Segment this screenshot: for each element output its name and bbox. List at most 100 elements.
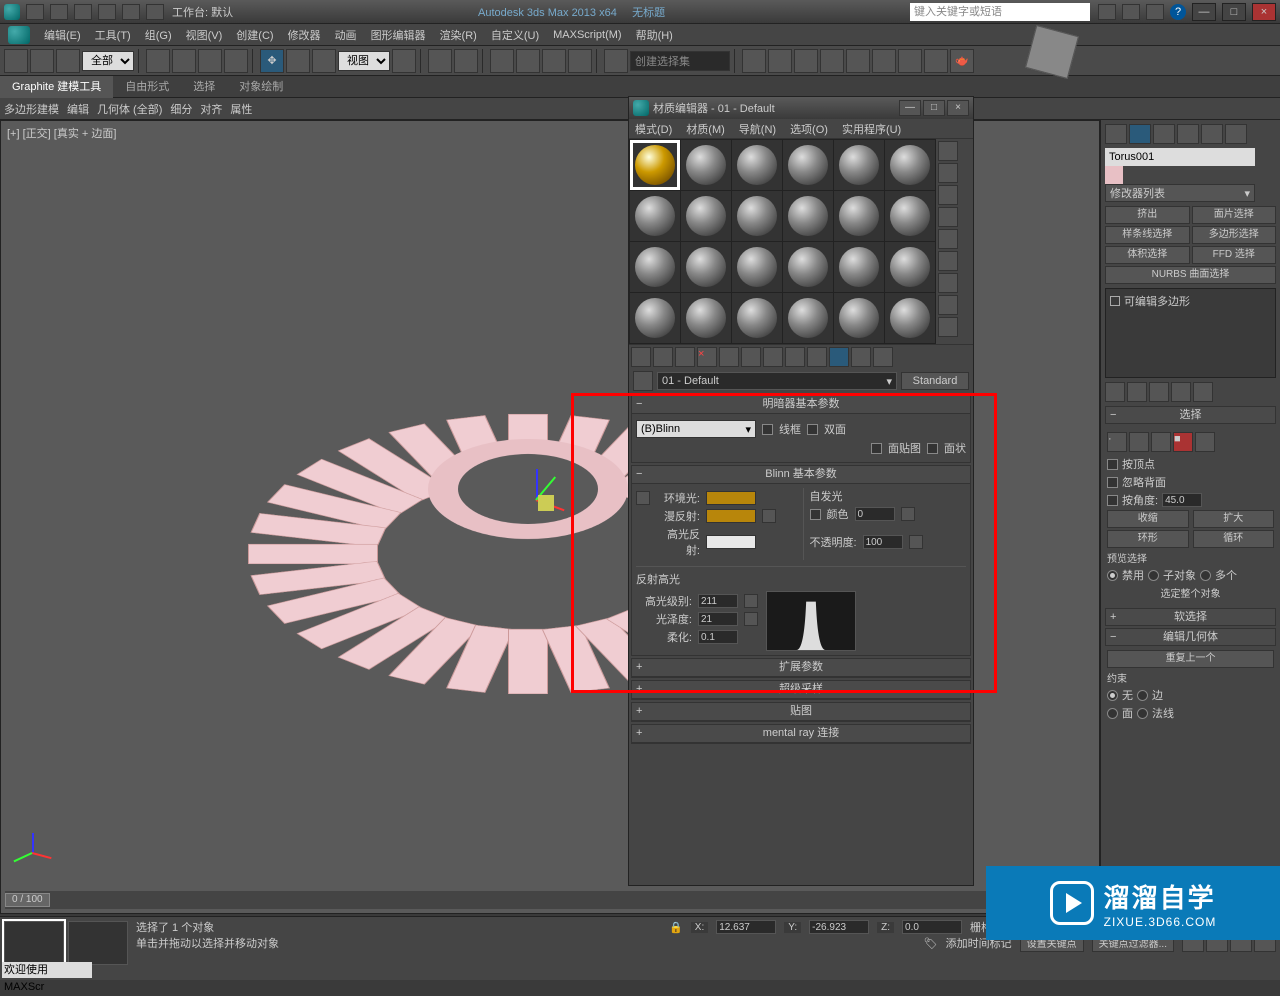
- me-close[interactable]: ×: [947, 100, 969, 116]
- mat-map-nav-icon[interactable]: [938, 317, 958, 337]
- me-slot[interactable]: [732, 242, 782, 292]
- glossiness-map[interactable]: [744, 612, 758, 626]
- ribbon-sub-3[interactable]: 细分: [170, 101, 192, 117]
- maxscript-listener[interactable]: 欢迎使用 MAXScr: [2, 962, 92, 978]
- infocenter-icon[interactable]: [1098, 4, 1116, 20]
- show-map-icon[interactable]: [807, 347, 827, 367]
- refcoord-dropdown[interactable]: 视图: [338, 51, 390, 71]
- me-slot[interactable]: [681, 191, 731, 241]
- element-icon[interactable]: [1195, 432, 1215, 452]
- put-to-scene-icon[interactable]: [653, 347, 673, 367]
- viewport-thumb-0[interactable]: [4, 921, 64, 965]
- btn-vol-sel[interactable]: 体积选择: [1105, 246, 1190, 264]
- qat-undo-icon[interactable]: [98, 4, 116, 20]
- border-icon[interactable]: [1151, 432, 1171, 452]
- ribbon-tab-freeform[interactable]: 自由形式: [113, 76, 181, 98]
- me-slot[interactable]: [885, 242, 935, 292]
- cb-two-sided[interactable]: [807, 424, 818, 435]
- pin-stack-icon[interactable]: [1105, 382, 1125, 402]
- star-icon[interactable]: [1122, 4, 1140, 20]
- me-slot[interactable]: [732, 191, 782, 241]
- ribbon-tab-paint[interactable]: 对象绘制: [227, 76, 295, 98]
- menu-maxscript[interactable]: MAXScript(M): [553, 29, 621, 41]
- rad-subobj[interactable]: [1148, 570, 1159, 581]
- rad-disable[interactable]: [1107, 570, 1118, 581]
- selection-filter[interactable]: 全部: [82, 51, 134, 71]
- self-illum-map[interactable]: [901, 507, 915, 521]
- remove-mod-icon[interactable]: [1171, 382, 1191, 402]
- material-type-button[interactable]: Standard: [901, 372, 969, 390]
- select-name-icon[interactable]: [172, 49, 196, 73]
- qat-open-icon[interactable]: [50, 4, 68, 20]
- cb-faceted[interactable]: [927, 443, 938, 454]
- coord-z[interactable]: [902, 920, 962, 934]
- spec-level-map[interactable]: [744, 594, 758, 608]
- btn-repeat-last[interactable]: 重复上一个: [1107, 650, 1274, 668]
- mat-id-icon[interactable]: [785, 347, 805, 367]
- me-slot[interactable]: [783, 140, 833, 190]
- menu-modifiers[interactable]: 修改器: [288, 27, 321, 43]
- diffuse-map-button[interactable]: [762, 509, 776, 523]
- object-color-swatch[interactable]: [1105, 166, 1123, 184]
- rollout-selection[interactable]: −选择: [1105, 406, 1276, 424]
- stack-item-epoly[interactable]: 可编辑多边形: [1108, 291, 1273, 311]
- rad-multi[interactable]: [1200, 570, 1211, 581]
- me-menu-material[interactable]: 材质(M): [686, 121, 725, 137]
- me-slot[interactable]: [834, 191, 884, 241]
- reset-map-icon[interactable]: ×: [697, 347, 717, 367]
- me-slot[interactable]: [681, 242, 731, 292]
- me-slot[interactable]: [885, 293, 935, 343]
- polygon-icon[interactable]: ■: [1173, 432, 1193, 452]
- cb-self-illum-color[interactable]: [810, 509, 821, 520]
- me-minimize[interactable]: —: [899, 100, 921, 116]
- pivot-icon[interactable]: [392, 49, 416, 73]
- help-icon[interactable]: ?: [1170, 4, 1186, 20]
- me-slot[interactable]: [630, 242, 680, 292]
- material-ed-icon[interactable]: [872, 49, 896, 73]
- go-forward-icon[interactable]: [873, 347, 893, 367]
- glossiness-input[interactable]: [698, 612, 738, 626]
- cb-by-vertex[interactable]: [1107, 459, 1118, 470]
- named-sel-input[interactable]: [630, 51, 730, 71]
- self-illum-input[interactable]: [855, 507, 895, 521]
- me-slot[interactable]: [783, 242, 833, 292]
- ribbon-sub-2[interactable]: 几何体 (全部): [97, 101, 162, 117]
- me-slot[interactable]: [834, 140, 884, 190]
- render-setup-icon[interactable]: [898, 49, 922, 73]
- viewport-label[interactable]: [+] [正交] [真实 + 边面]: [7, 125, 116, 141]
- make-copy-icon[interactable]: [719, 347, 739, 367]
- me-slot[interactable]: [732, 293, 782, 343]
- menu-render[interactable]: 渲染(R): [440, 27, 477, 43]
- me-slot-0[interactable]: [630, 140, 680, 190]
- workspace-label[interactable]: 工作台: 默认: [172, 4, 233, 20]
- me-slot[interactable]: [783, 293, 833, 343]
- assign-to-sel-icon[interactable]: [675, 347, 695, 367]
- show-end-icon[interactable]: [1127, 382, 1147, 402]
- tab-display-icon[interactable]: [1201, 124, 1223, 144]
- spec-level-input[interactable]: [698, 594, 738, 608]
- select-rect-icon[interactable]: [198, 49, 222, 73]
- angle-snap-icon[interactable]: [516, 49, 540, 73]
- me-slot[interactable]: [681, 293, 731, 343]
- edge-icon[interactable]: [1129, 432, 1149, 452]
- maximize-button[interactable]: □: [1222, 3, 1246, 21]
- render-frame-icon[interactable]: [924, 49, 948, 73]
- pick-material-icon[interactable]: [633, 371, 653, 391]
- btn-grow[interactable]: 扩大: [1193, 510, 1275, 528]
- me-menu-nav[interactable]: 导航(N): [739, 121, 776, 137]
- menu-edit[interactable]: 编辑(E): [44, 27, 81, 43]
- unlink-icon[interactable]: [30, 49, 54, 73]
- cb-face-map[interactable]: [871, 443, 882, 454]
- background-icon[interactable]: [938, 185, 958, 205]
- me-slot[interactable]: [885, 191, 935, 241]
- me-slot[interactable]: [834, 242, 884, 292]
- menu-custom[interactable]: 自定义(U): [491, 27, 539, 43]
- snap-icon[interactable]: [490, 49, 514, 73]
- video-color-icon[interactable]: [938, 229, 958, 249]
- move-icon[interactable]: ✥: [260, 49, 284, 73]
- rad-normal[interactable]: [1137, 708, 1148, 719]
- app-menu-icon[interactable]: [8, 26, 30, 44]
- exchange-icon[interactable]: [1146, 4, 1164, 20]
- make-unique-icon[interactable]: [741, 347, 761, 367]
- link-icon[interactable]: [4, 49, 28, 73]
